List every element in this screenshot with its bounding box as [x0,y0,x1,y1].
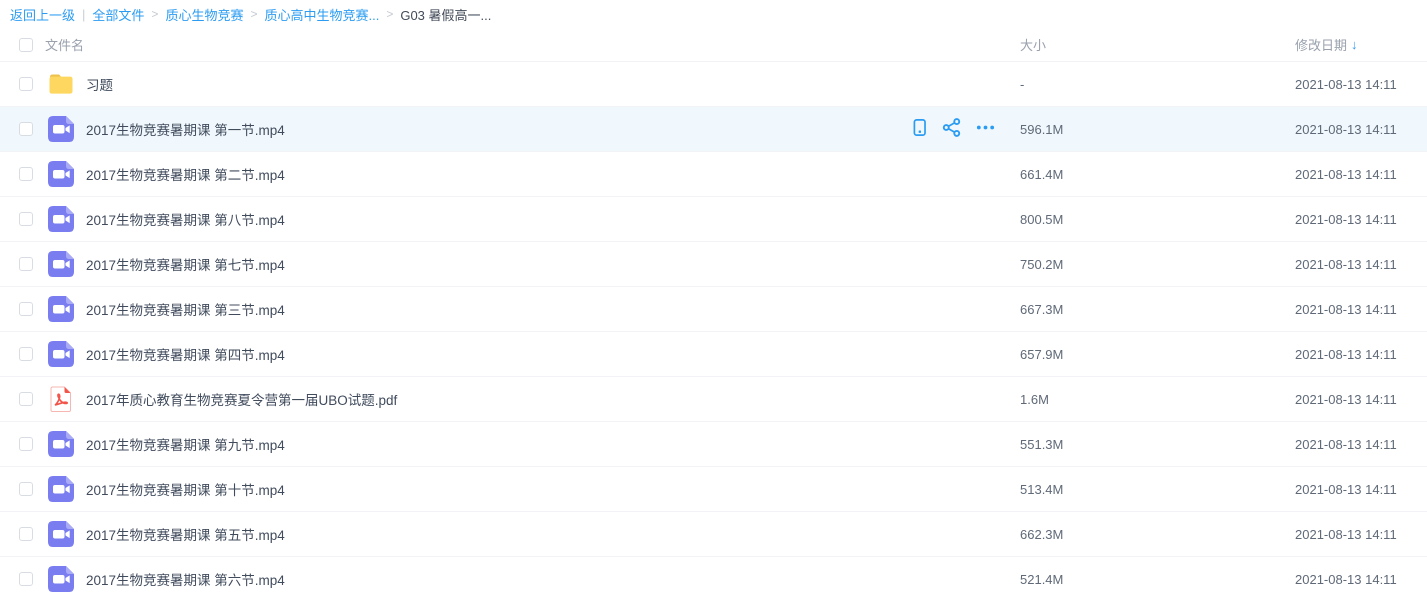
breadcrumb-chevron: > [386,7,393,21]
file-modified-date: 2021-08-13 14:11 [1295,77,1427,92]
video-file-icon [48,341,74,367]
video-file-icon [48,431,74,457]
table-row[interactable]: 习题 -2021-08-13 14:11 [0,62,1427,107]
file-size: 667.3M [1020,302,1295,317]
table-row[interactable]: 2017生物竞赛暑期课 第五节.mp4 662.3M2021-08-13 14:1… [0,512,1427,557]
file-modified-date: 2021-08-13 14:11 [1295,437,1427,452]
row-checkbox[interactable] [19,167,33,181]
breadcrumb-current-folder: G03 暑假高一... [400,5,491,24]
row-checkbox[interactable] [19,527,33,541]
file-size: - [1020,77,1295,92]
file-modified-date: 2021-08-13 14:11 [1295,257,1427,272]
row-checkbox[interactable] [19,572,33,586]
file-name-link[interactable]: 2017生物竞赛暑期课 第三节.mp4 [86,299,900,319]
video-file-icon [48,251,74,277]
file-modified-date: 2021-08-13 14:11 [1295,167,1427,182]
select-all-checkbox[interactable] [19,38,33,52]
column-header-filename[interactable]: 文件名 [45,35,1020,54]
breadcrumb-chevron: > [151,7,158,21]
table-row[interactable]: 2017生物竞赛暑期课 第十节.mp4 513.4M2021-08-13 14:1… [0,467,1427,512]
breadcrumb-back-link[interactable]: 返回上一级 [10,5,75,24]
file-size: 657.9M [1020,347,1295,362]
video-file-icon [48,566,74,592]
file-size: 551.3M [1020,437,1295,452]
table-row[interactable]: 2017生物竞赛暑期课 第八节.mp4 800.5M2021-08-13 14:1… [0,197,1427,242]
table-header: 文件名 大小 修改日期 ↓ [0,28,1427,62]
file-size: 521.4M [1020,572,1295,587]
file-name-link[interactable]: 2017生物竞赛暑期课 第六节.mp4 [86,569,900,589]
column-header-modified-label: 修改日期 [1295,35,1347,54]
video-file-icon [48,116,74,142]
video-file-icon [48,161,74,187]
row-checkbox[interactable] [19,257,33,271]
file-name-link[interactable]: 2017生物竞赛暑期课 第十节.mp4 [86,479,900,499]
table-row[interactable]: 2017生物竞赛暑期课 第九节.mp4 551.3M2021-08-13 14:1… [0,422,1427,467]
file-name-link[interactable]: 2017生物竞赛暑期课 第五节.mp4 [86,524,900,544]
table-row[interactable]: 2017年质心教育生物竞赛夏令营第一届UBO试题.pdf 1.6M2021-08-… [0,377,1427,422]
sort-descending-icon[interactable]: ↓ [1351,37,1358,52]
table-row[interactable]: 2017生物竞赛暑期课 第二节.mp4 661.4M2021-08-13 14:1… [0,152,1427,197]
file-modified-date: 2021-08-13 14:11 [1295,482,1427,497]
file-name-link[interactable]: 2017生物竞赛暑期课 第四节.mp4 [86,344,900,364]
file-name-link[interactable]: 2017生物竞赛暑期课 第二节.mp4 [86,164,900,184]
breadcrumb-pipe-separator: | [82,7,85,22]
table-row[interactable]: 2017生物竞赛暑期课 第三节.mp4 667.3M2021-08-13 14:1… [0,287,1427,332]
row-checkbox[interactable] [19,347,33,361]
file-size: 750.2M [1020,257,1295,272]
file-name-link[interactable]: 2017生物竞赛暑期课 第七节.mp4 [86,254,900,274]
file-name-link[interactable]: 2017生物竞赛暑期课 第一节.mp4 [86,119,900,139]
folder-icon [48,71,74,97]
row-checkbox[interactable] [19,437,33,451]
video-file-icon [48,521,74,547]
breadcrumb-link-folder-2[interactable]: 质心高中生物竞赛... [264,5,379,24]
file-modified-date: 2021-08-13 14:11 [1295,302,1427,317]
folder-name-link[interactable]: 习题 [86,74,900,94]
column-header-size[interactable]: 大小 [1020,35,1295,54]
file-name-link[interactable]: 2017生物竞赛暑期课 第八节.mp4 [86,209,900,229]
file-size: 662.3M [1020,527,1295,542]
row-checkbox[interactable] [19,392,33,406]
file-modified-date: 2021-08-13 14:11 [1295,122,1427,137]
breadcrumb: 返回上一级 | 全部文件 > 质心生物竞赛 > 质心高中生物竞赛... > G0… [0,0,1427,28]
file-name-link[interactable]: 2017生物竞赛暑期课 第九节.mp4 [86,434,900,454]
breadcrumb-link-folder-1[interactable]: 质心生物竞赛 [165,5,243,24]
file-size: 661.4M [1020,167,1295,182]
send-to-device-icon[interactable] [911,117,928,141]
file-modified-date: 2021-08-13 14:11 [1295,527,1427,542]
breadcrumb-link-all-files[interactable]: 全部文件 [92,5,144,24]
more-icon[interactable] [975,117,996,141]
file-list: 习题-2021-08-13 14:11 2017生物竞赛暑期课 第一节.mp4 … [0,62,1427,600]
table-row[interactable]: 2017生物竞赛暑期课 第六节.mp4 521.4M2021-08-13 14:1… [0,557,1427,600]
video-file-icon [48,296,74,322]
row-checkbox[interactable] [19,122,33,136]
video-file-icon [48,476,74,502]
table-row[interactable]: 2017生物竞赛暑期课 第一节.mp4 596.1M2021-08-13 14:… [0,107,1427,152]
share-icon[interactable] [941,117,962,141]
file-name-link[interactable]: 2017年质心教育生物竞赛夏令营第一届UBO试题.pdf [86,389,900,409]
row-checkbox[interactable] [19,482,33,496]
row-checkbox[interactable] [19,302,33,316]
file-modified-date: 2021-08-13 14:11 [1295,392,1427,407]
file-size: 596.1M [1020,122,1295,137]
pdf-file-icon [48,386,74,412]
row-checkbox[interactable] [19,77,33,91]
column-header-modified[interactable]: 修改日期 ↓ [1295,35,1427,54]
file-size: 513.4M [1020,482,1295,497]
file-modified-date: 2021-08-13 14:11 [1295,572,1427,587]
breadcrumb-chevron: > [250,7,257,21]
row-hover-actions [900,117,1020,141]
video-file-icon [48,206,74,232]
file-size: 1.6M [1020,392,1295,407]
table-row[interactable]: 2017生物竞赛暑期课 第七节.mp4 750.2M2021-08-13 14:1… [0,242,1427,287]
file-modified-date: 2021-08-13 14:11 [1295,347,1427,362]
file-modified-date: 2021-08-13 14:11 [1295,212,1427,227]
file-size: 800.5M [1020,212,1295,227]
row-checkbox[interactable] [19,212,33,226]
table-row[interactable]: 2017生物竞赛暑期课 第四节.mp4 657.9M2021-08-13 14:1… [0,332,1427,377]
